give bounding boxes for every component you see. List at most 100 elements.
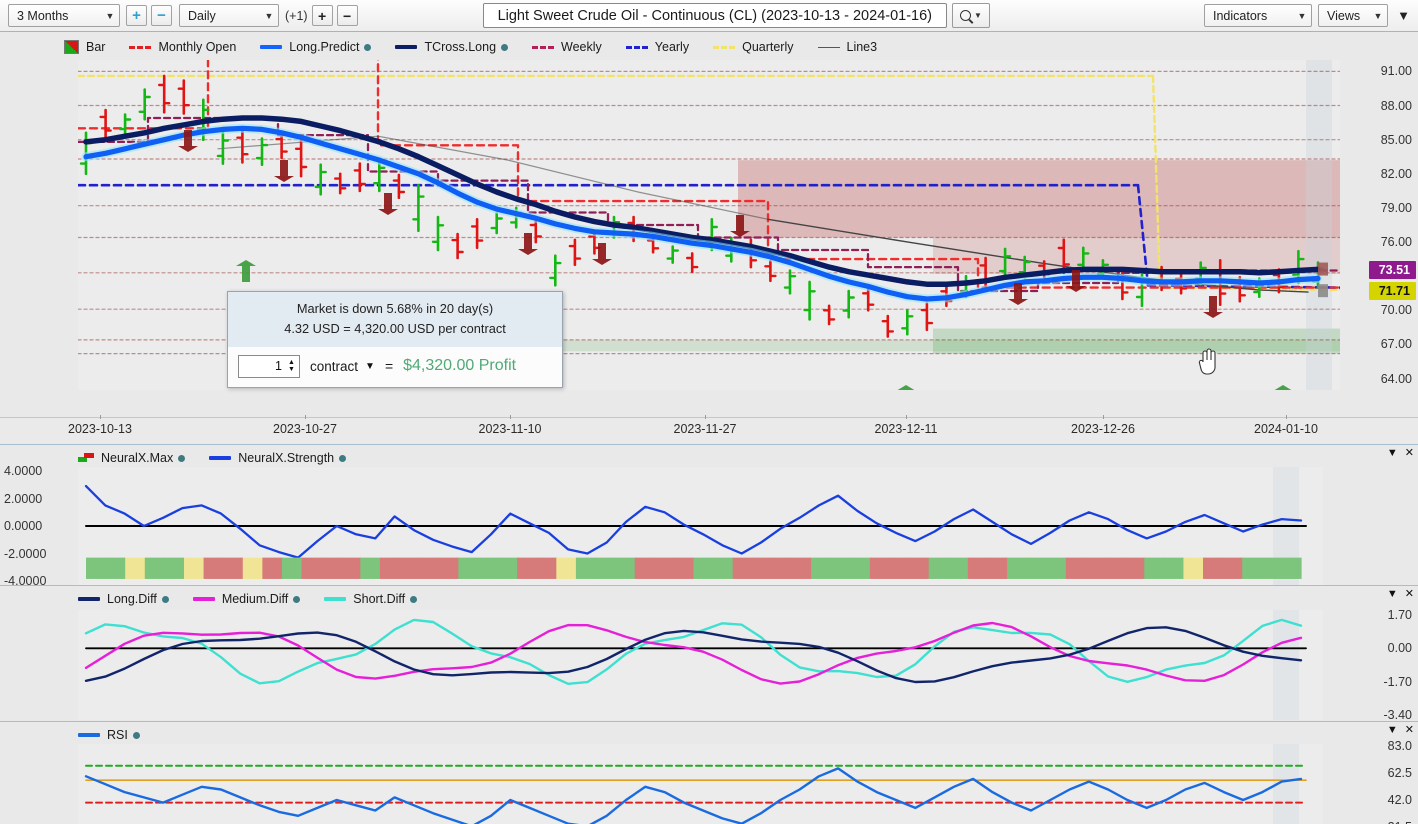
chevron-down-icon: ▼: [105, 10, 115, 21]
legend-settings-icon[interactable]: [178, 454, 186, 462]
legend-item-short-diff[interactable]: Short.Diff: [324, 592, 418, 606]
profit-popup-header: Market is down 5.68% in 20 day(s) 4.32 U…: [228, 292, 562, 347]
pin-icon[interactable]: ▼: [1393, 5, 1414, 26]
legend-item-tcross-long[interactable]: TCross.Long: [395, 40, 509, 54]
legend-settings-icon[interactable]: [132, 731, 140, 739]
current-price-tag: 73.51: [1368, 261, 1416, 280]
current-price-tag: 71.71: [1368, 281, 1416, 300]
legend-swatch-icon: [532, 45, 555, 49]
period-decrease-button[interactable]: −: [151, 5, 172, 26]
price-axis-label: 82.00: [1380, 166, 1412, 181]
diff-axis-label: 1.70: [1387, 608, 1412, 622]
close-icon[interactable]: ✕: [1405, 725, 1414, 736]
date-axis-tick: [1103, 415, 1104, 419]
profit-amount: $4,320.00 Profit: [403, 357, 517, 375]
legend-label: Short.Diff: [353, 592, 406, 606]
date-axis-label: 2023-12-26: [1071, 422, 1135, 436]
legend-swatch-icon: [192, 597, 215, 601]
contract-dropdown-icon[interactable]: ▼: [365, 361, 375, 372]
interval-decrease-button[interactable]: −: [336, 5, 358, 26]
legend-item-yearly[interactable]: Yearly: [625, 40, 690, 54]
legend-label: Long.Predict: [289, 40, 360, 54]
legend-settings-icon[interactable]: [364, 43, 372, 51]
diff-axis: 1.70 0.00 -1.70 -3.40: [1340, 608, 1418, 722]
close-icon[interactable]: ✕: [1405, 589, 1414, 600]
symbol-text: Light Sweet Crude Oil - Continuous (CL) …: [497, 7, 932, 24]
legend-item-rsi[interactable]: RSI: [78, 728, 140, 742]
price-axis-label: 67.00: [1380, 337, 1412, 352]
market-change-text: Market is down 5.68% in 20 day(s): [296, 301, 494, 316]
interval-increase-button[interactable]: +: [311, 5, 333, 26]
rsi-axis-label: 21.5: [1388, 820, 1412, 824]
legend-settings-icon[interactable]: [501, 43, 509, 51]
collapse-icon[interactable]: ▼: [1387, 589, 1398, 600]
legend-settings-icon[interactable]: [339, 454, 347, 462]
legend-swatch-icon: [78, 597, 100, 601]
legend-item-weekly[interactable]: Weekly: [532, 40, 602, 54]
legend-item-neuralx-strength[interactable]: NeuralX.Strength: [209, 451, 347, 465]
period-select-value: 3 Months: [17, 8, 69, 23]
spinner-up-icon[interactable]: ▲: [288, 359, 295, 366]
collapse-icon[interactable]: ▼: [1387, 725, 1398, 736]
legend-settings-icon[interactable]: [161, 595, 169, 603]
diff-legend: Long.Diff Medium.Diff Short.Diff: [78, 592, 441, 606]
legend-item-monthly-open[interactable]: Monthly Open: [129, 40, 236, 54]
legend-label: TCross.Long: [424, 40, 497, 54]
diff-axis-label: 0.00: [1387, 641, 1412, 656]
legend-item-line3[interactable]: Line3: [817, 40, 877, 54]
legend-label: Medium.Diff: [221, 592, 289, 606]
interval-select-value: Daily: [188, 8, 216, 23]
legend-label: Quarterly: [742, 40, 794, 54]
neuralx-plot-canvas[interactable]: [78, 467, 1323, 585]
neuralx-legend: NeuralX.Max NeuralX.Strength: [78, 451, 370, 465]
quantity-stepper[interactable]: 1 ▲ ▼: [238, 354, 300, 378]
price-axis-label: 76.00: [1380, 235, 1412, 250]
rsi-axis: 83.062.542.021.51.0: [1340, 736, 1418, 824]
rsi-axis-label: 62.5: [1387, 766, 1412, 780]
legend-settings-icon[interactable]: [293, 595, 301, 603]
date-axis-tick: [510, 415, 511, 419]
legend-item-medium-diff[interactable]: Medium.Diff: [192, 592, 301, 606]
rsi-legend: RSI: [78, 728, 164, 742]
price-axis-label: 88.00: [1380, 98, 1412, 113]
indicators-label: Indicators: [1213, 8, 1268, 23]
date-axis-label: 2024-01-10: [1254, 422, 1318, 436]
date-axis: 2023-10-13 2023-10-27 2023-11-10 2023-11-27…: [0, 415, 1418, 443]
top-toolbar: 3 Months ▼ + − Daily ▼ (+1) + − Light Sw…: [0, 0, 1418, 32]
legend-swatch-icon: [395, 45, 418, 49]
legend-settings-icon[interactable]: [410, 595, 418, 603]
diff-plot-canvas[interactable]: [78, 610, 1323, 720]
collapse-icon[interactable]: ▼: [1387, 448, 1398, 459]
legend-label: Bar: [86, 40, 106, 54]
search-icon: [960, 10, 972, 21]
legend-label: Yearly: [654, 40, 690, 54]
profit-popup[interactable]: Market is down 5.68% in 20 day(s) 4.32 U…: [227, 291, 563, 388]
period-increase-button[interactable]: +: [126, 5, 147, 26]
views-menu[interactable]: Views ▼: [1318, 4, 1388, 27]
legend-swatch-icon: [78, 452, 94, 464]
legend-item-long-predict[interactable]: Long.Predict: [260, 40, 372, 54]
indicators-menu[interactable]: Indicators ▼: [1204, 4, 1312, 27]
neuralx-panel-controls: ▼ ✕: [1387, 448, 1414, 459]
legend-item-bar[interactable]: Bar: [64, 40, 105, 54]
close-icon[interactable]: ✕: [1405, 448, 1414, 459]
rsi-axis-label: 42.0: [1387, 793, 1412, 807]
legend-item-neuralx-max[interactable]: NeuralX.Max: [78, 451, 186, 465]
legend-swatch-icon: [625, 45, 648, 49]
legend-item-long-diff[interactable]: Long.Diff: [78, 592, 169, 606]
legend-label: Long.Diff: [107, 592, 157, 606]
search-button[interactable]: ▼: [952, 3, 990, 28]
rsi-panel: RSI ▼ ✕ 83.062.542.021.51.0: [0, 721, 1418, 824]
quantity-spinner[interactable]: ▲ ▼: [286, 359, 299, 373]
date-axis-tick: [1286, 415, 1287, 419]
spinner-down-icon[interactable]: ▼: [288, 366, 295, 373]
offset-label: (+1): [285, 8, 308, 23]
per-contract-text: 4.32 USD = 4,320.00 USD per contract: [284, 320, 506, 336]
rsi-plot-canvas[interactable]: [78, 744, 1323, 824]
symbol-field[interactable]: Light Sweet Crude Oil - Continuous (CL) …: [482, 3, 947, 28]
period-select[interactable]: 3 Months ▼: [8, 4, 120, 27]
interval-select[interactable]: Daily ▼: [179, 4, 279, 27]
legend-item-quarterly[interactable]: Quarterly: [713, 40, 794, 54]
legend-swatch-icon: [324, 597, 347, 601]
price-axis[interactable]: 91.00 88.00 85.00 82.00 79.00 76.00 70.00 67.00…: [1340, 60, 1418, 417]
